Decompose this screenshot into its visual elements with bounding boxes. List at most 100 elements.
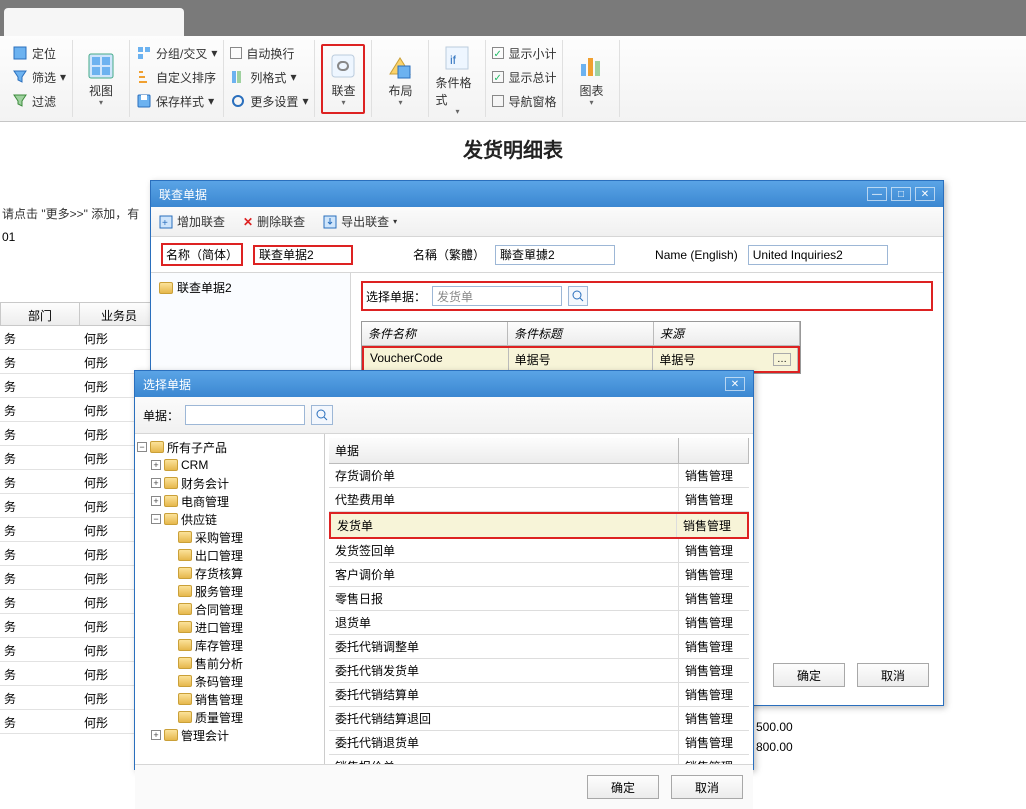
browser-tab-strip [0,0,1026,36]
tree-s1[interactable]: 采购管理 [195,529,243,546]
folder-icon [178,603,192,615]
tree-fin[interactable]: 财务会计 [181,475,229,492]
filter2-button[interactable]: 过滤 [12,90,66,112]
folder-icon [178,567,192,579]
chart-button[interactable]: 图表 ▾ [569,44,613,114]
tree-s3[interactable]: 存货核算 [195,565,243,582]
tree-root[interactable]: 所有子产品 [167,439,227,456]
search-lookup-icon[interactable] [311,405,333,425]
del-link-button[interactable]: ✕删除联查 [243,213,305,230]
col-format-button[interactable]: 列格式▾ [230,66,308,88]
nav-pane-check[interactable]: 导航窗格 [492,90,556,112]
search-input[interactable] [185,405,305,425]
show-subtotal-check[interactable]: 显示小计 [492,42,556,64]
add-link-button[interactable]: +增加联查 [159,213,225,230]
tree-crm[interactable]: CRM [181,458,208,472]
tree-s7[interactable]: 库存管理 [195,637,243,654]
list-item[interactable]: 代垫费用单销售管理 [329,488,749,512]
exp-icon[interactable]: + [151,730,161,740]
col-format-label: 列格式 [250,69,286,86]
show-subtotal-label: 显示小计 [508,45,556,62]
tree-node-root[interactable]: 联查单据2 [155,277,346,298]
lianchap-button[interactable]: 联查 ▾ [321,44,365,114]
cond-more-icon[interactable]: … [773,353,791,366]
dialog2-close-icon[interactable]: ✕ [725,377,745,391]
select-doc-value[interactable]: 发货单 [432,286,562,306]
layout-button[interactable]: 布局 ▾ [378,44,422,114]
exp-icon[interactable]: − [151,514,161,524]
name-cn-input[interactable] [253,245,353,265]
group-cross-button[interactable]: 分组/交叉▾ [136,42,217,64]
list-item[interactable]: 委托代销退货单销售管理 [329,731,749,755]
bg-col2: 业务员 [80,303,159,325]
save-style-button[interactable]: 保存样式▾ [136,90,217,112]
show-total-check[interactable]: 显示总计 [492,66,556,88]
cond-h2: 条件标题 [508,322,654,346]
list-item[interactable]: 销售报价单销售管理 [329,755,749,764]
tree-mgmtacc[interactable]: 管理会计 [181,727,229,744]
exp-icon[interactable]: − [137,442,147,452]
tree-ecom[interactable]: 电商管理 [181,493,229,510]
locate-button[interactable]: 定位 [12,42,66,64]
tree-s11[interactable]: 质量管理 [195,709,243,726]
tree-scm[interactable]: 供应链 [181,511,217,528]
tree-s4[interactable]: 服务管理 [195,583,243,600]
dialog1-toolbar: +增加联查 ✕删除联查 导出联查▾ [151,207,943,237]
more-settings-label: 更多设置 [250,93,298,110]
name-en-input[interactable] [748,245,888,265]
dialog2-title-bar[interactable]: 选择单据 ✕ [135,371,753,397]
amount-1: 500.00 [756,720,793,734]
cond-format-button[interactable]: if 条件格式 ▾ [435,44,479,114]
amount-2: 800.00 [756,740,793,754]
list-item[interactable]: 存货调价单销售管理 [329,464,749,488]
tree-s8[interactable]: 售前分析 [195,655,243,672]
list-item[interactable]: 委托代销发货单销售管理 [329,659,749,683]
dialog1-ok-button[interactable]: 确定 [773,663,845,687]
filter-button[interactable]: 筛选▾ [12,66,66,88]
dialog1-cancel-button[interactable]: 取消 [857,663,929,687]
exp-icon[interactable]: + [151,460,161,470]
list-item[interactable]: 委托代销结算单销售管理 [329,683,749,707]
list-item[interactable]: 零售日报销售管理 [329,587,749,611]
cond-row[interactable]: VoucherCode单据号单据号… [362,346,800,373]
folder-icon [164,513,178,525]
cond-h3: 来源 [654,322,800,346]
view-button[interactable]: 视图 ▾ [79,44,123,114]
tree-s10[interactable]: 销售管理 [195,691,243,708]
lianchap-label: 联查 [331,82,355,99]
auto-wrap-check[interactable]: 自动换行 [230,42,308,64]
add-link-label: 增加联查 [177,213,225,230]
tree-s5[interactable]: 合同管理 [195,601,243,618]
bg-row: 务何彤 [0,326,160,350]
cond-v3: 单据号 [659,351,695,368]
list-item[interactable]: 发货单销售管理 [329,512,749,539]
dialog1-close-icon[interactable]: ✕ [915,187,935,201]
dialog2-ok-button[interactable]: 确定 [587,775,659,799]
dialog1-min-icon[interactable]: — [867,187,887,201]
tree-s9[interactable]: 条码管理 [195,673,243,690]
dialog1-title-bar[interactable]: 联查单据 — □ ✕ [151,181,943,207]
list-h2 [679,438,749,463]
tree-s6[interactable]: 进口管理 [195,619,243,636]
dialog2-cancel-button[interactable]: 取消 [671,775,743,799]
exp-icon[interactable]: + [151,478,161,488]
export-link-button[interactable]: 导出联查▾ [323,213,397,230]
dialog1-max-icon[interactable]: □ [891,187,911,201]
select-doc-lookup-icon[interactable] [568,286,588,306]
more-settings-button[interactable]: 更多设置▾ [230,90,308,112]
custom-sort-button[interactable]: 自定义排序 [136,66,217,88]
list-item[interactable]: 委托代销结算退回销售管理 [329,707,749,731]
dialog-select-doc: 选择单据 ✕ 单据： −所有子产品 +CRM +财务会计 +电商管理 −供应链 … [134,370,754,770]
exp-icon[interactable]: + [151,496,161,506]
browser-tab[interactable] [4,8,184,36]
list-item[interactable]: 客户调价单销售管理 [329,563,749,587]
list-item[interactable]: 发货签回单销售管理 [329,539,749,563]
list-item[interactable]: 委托代销调整单销售管理 [329,635,749,659]
select-doc-label: 选择单据： [366,288,426,305]
dialog2-tree[interactable]: − 所有子产品 + CRM + 财务会计 + 电商管理 − 供应链 采购管理 出口管理 存… [135,434,325,764]
tree-s2[interactable]: 出口管理 [195,547,243,564]
name-tw-input[interactable] [495,245,615,265]
list-item[interactable]: 退货单销售管理 [329,611,749,635]
name-cn-label: 名称（简体） [161,243,243,266]
dialog2-list: 单据 存货调价单销售管理代垫费用单销售管理发货单销售管理发货签回单销售管理客户调… [325,434,753,764]
